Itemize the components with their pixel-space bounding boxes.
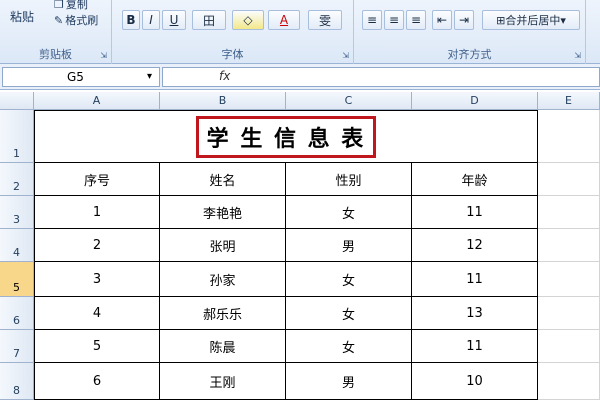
fx-icon[interactable]: fx (219, 69, 230, 83)
table-cell[interactable]: 男 (286, 229, 412, 262)
row-header-8[interactable]: 8 (0, 363, 34, 400)
dialog-launcher-icon[interactable]: ⇲ (342, 51, 349, 60)
formula-input[interactable]: fx (162, 67, 600, 87)
phonetic-button[interactable]: 雯 (308, 10, 342, 30)
table-cell[interactable]: 郝乐乐 (160, 297, 286, 330)
table-cell[interactable]: 11 (412, 262, 538, 297)
copy-icon: ❐ (54, 0, 64, 11)
table-cell[interactable]: 13 (412, 297, 538, 330)
cell[interactable] (538, 363, 600, 400)
table-cell[interactable]: 孙家 (160, 262, 286, 297)
dialog-launcher-icon[interactable]: ⇲ (574, 51, 581, 60)
table-cell[interactable]: 5 (34, 330, 160, 363)
column-header-e[interactable]: E (538, 92, 600, 110)
table-cell[interactable]: 4 (34, 297, 160, 330)
row-header-3[interactable]: 3 (0, 196, 34, 229)
table-cell[interactable]: 陈晨 (160, 330, 286, 363)
table-cell[interactable]: 3 (34, 262, 160, 297)
table-cell[interactable]: 李艳艳 (160, 196, 286, 229)
page-title: 学 生 信 息 表 (195, 115, 377, 158)
table-cell[interactable]: 女 (286, 262, 412, 297)
underline-button[interactable]: U (162, 10, 186, 30)
table-cell[interactable]: 11 (412, 330, 538, 363)
align-center-icon[interactable]: ≡ (384, 10, 404, 30)
column-header-b[interactable]: B (160, 92, 286, 110)
cell[interactable] (538, 196, 600, 229)
column-header-a[interactable]: A (34, 92, 160, 110)
chevron-down-icon[interactable]: ▾ (147, 68, 152, 86)
column-header-d[interactable]: D (412, 92, 538, 110)
formula-bar: G5 ▾ fx (0, 64, 600, 90)
table-cell[interactable]: 女 (286, 196, 412, 229)
table-cell[interactable]: 王刚 (160, 363, 286, 400)
alignment-label: 对齐方式 (447, 48, 492, 61)
ribbon: 粘贴 ❐ 复制 ✎ 格式刷 剪贴板 ⇲ B I U 田 ◇ A 雯 字体 ⇲ ≡ ≡… (0, 0, 600, 64)
border-button[interactable]: 田 (192, 10, 226, 30)
bold-button[interactable]: B (122, 10, 140, 30)
select-all-corner[interactable] (0, 92, 34, 110)
table-cell[interactable]: 2 (34, 229, 160, 262)
decrease-indent-icon[interactable]: ⇤ (432, 10, 452, 30)
brush-icon: ✎ (54, 13, 64, 27)
cell[interactable] (538, 262, 600, 297)
row-header-6[interactable]: 6 (0, 297, 34, 330)
font-group: B I U 田 ◇ A 雯 字体 ⇲ (112, 0, 354, 64)
fill-color-icon[interactable]: ◇ (232, 10, 264, 30)
format-painter-button[interactable]: ✎ 格式刷 (54, 12, 98, 28)
table-cell[interactable]: 6 (34, 363, 160, 400)
table-header-cell: 姓名 (160, 163, 286, 196)
italic-button[interactable]: I (142, 10, 160, 30)
table-header-cell: 序号 (34, 163, 160, 196)
table-cell[interactable]: 12 (412, 229, 538, 262)
row-header-4[interactable]: 4 (0, 229, 34, 262)
cell[interactable] (538, 229, 600, 262)
name-box[interactable]: G5 ▾ (2, 67, 160, 87)
row-header-5[interactable]: 5 (0, 262, 34, 297)
clipboard-label: 剪贴板 (39, 48, 72, 61)
column-header-c[interactable]: C (286, 92, 412, 110)
clipboard-group: 粘贴 ❐ 复制 ✎ 格式刷 剪贴板 ⇲ (0, 0, 112, 64)
merged-title-cell[interactable]: 学 生 信 息 表 (34, 110, 538, 163)
increase-indent-icon[interactable]: ⇥ (454, 10, 474, 30)
cell[interactable] (538, 297, 600, 330)
row-header-7[interactable]: 7 (0, 330, 34, 363)
table-cell[interactable]: 10 (412, 363, 538, 400)
row-header-2[interactable]: 2 (0, 163, 34, 196)
align-right-icon[interactable]: ≡ (406, 10, 426, 30)
alignment-group: ≡ ≡ ≡ ⇤ ⇥ ⊞ 合并后居中 ▾ 对齐方式 ⇲ (354, 0, 586, 64)
table-cell[interactable]: 男 (286, 363, 412, 400)
align-left-icon[interactable]: ≡ (362, 10, 382, 30)
font-color-icon[interactable]: A (268, 10, 300, 30)
cell[interactable] (538, 110, 600, 163)
merge-center-button[interactable]: ⊞ 合并后居中 ▾ (482, 10, 580, 30)
paste-button[interactable]: 粘贴 (10, 8, 34, 25)
font-label: 字体 (221, 48, 244, 61)
cell[interactable] (538, 163, 600, 196)
copy-button[interactable]: ❐ 复制 (54, 0, 88, 12)
table-header-cell: 年龄 (412, 163, 538, 196)
table-cell[interactable]: 女 (286, 297, 412, 330)
table-cell[interactable]: 张明 (160, 229, 286, 262)
merge-icon: ⊞ (496, 13, 506, 27)
table-cell[interactable]: 11 (412, 196, 538, 229)
table-cell[interactable]: 女 (286, 330, 412, 363)
table-header-cell: 性别 (286, 163, 412, 196)
table-cell[interactable]: 1 (34, 196, 160, 229)
cell[interactable] (538, 330, 600, 363)
dialog-launcher-icon[interactable]: ⇲ (100, 51, 107, 60)
row-header-1[interactable]: 1 (0, 110, 34, 163)
